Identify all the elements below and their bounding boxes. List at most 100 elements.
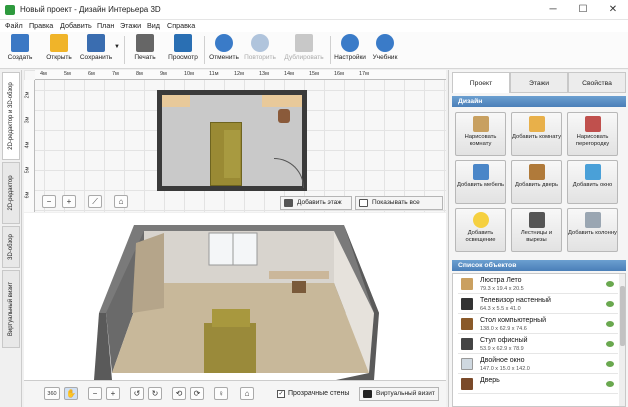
menu-plan[interactable]: План [97,21,114,30]
tab-3d-view[interactable]: 3D-обзор [2,226,20,268]
list-item[interactable]: Двойное окно 147.0 x 15.0 x 142.0 [458,355,618,374]
show-all-dims-button[interactable]: Показывать все размеры [355,196,443,212]
minimize-button[interactable]: ─ [538,0,568,20]
add-lighting-button[interactable]: Добавить освещение [455,208,506,252]
horizontal-ruler: 4м 5м 6м 7м 8м 9м 10м 11м 12м 13м 14м 15… [35,70,446,80]
visibility-eye-icon[interactable] [606,321,614,327]
menu-add[interactable]: Добавить [60,21,92,30]
zoom-out-button[interactable]: − [88,387,102,400]
orbit-down-icon[interactable]: ⟲ [172,387,186,400]
add-door-button[interactable]: Добавить дверь [511,160,562,204]
open-button[interactable]: Открыть [42,34,76,61]
add-column-button[interactable]: Добавить колонну [567,208,618,252]
chair-3d [292,281,306,293]
rotate-left-icon[interactable]: ↺ [130,387,144,400]
object-name: Стул офисный [480,337,528,344]
print-label: Печать [134,54,156,61]
duplicate-button[interactable]: Дублировать [282,34,326,61]
object-dims: 64.3 x 5.5 x 41.0 [480,306,521,312]
ruler-tick: 15м [309,71,319,77]
menu-help[interactable]: Справка [167,21,195,30]
visibility-eye-icon[interactable] [606,281,614,287]
window-icon [584,164,601,180]
list-item[interactable]: Люстра Лето 79.3 x 19.4 x 20.5 [458,275,618,294]
tab-2d-and-3d[interactable]: 2D-редактор и 3D-обзор [2,72,20,160]
app-logo-icon [5,5,15,15]
close-button[interactable]: ✕ [598,0,628,20]
stairs-cutouts-button[interactable]: Лестницы и вырезы [511,208,562,252]
redo-icon [251,34,269,52]
tab-2d-editor[interactable]: 2D-редактор [2,162,20,224]
maximize-button[interactable]: ☐ [568,0,598,20]
office-chair[interactable] [278,109,290,123]
preview-button[interactable]: Просмотр [166,34,200,61]
add-furniture-button[interactable]: Добавить мебель [455,160,506,204]
rotate-360-button[interactable]: 360 [44,387,60,400]
toolbar: Создать Открыть Сохранить ▼ Печать Просм… [0,32,628,69]
list-item[interactable]: Дверь [458,375,618,394]
menu-file[interactable]: Файл [5,21,23,30]
redo-button[interactable]: Повторить [242,34,278,61]
computer-desk[interactable] [262,95,302,107]
visibility-eye-icon[interactable] [606,361,614,367]
tab-virtual-visit[interactable]: Виртуальный визит [2,270,20,348]
ruler-tick: 2м [24,91,31,99]
tab-project[interactable]: Проект [452,72,510,93]
visibility-eye-icon[interactable] [606,301,614,307]
list-item[interactable]: Стул офисный 53.9 x 62.9 x 78.9 [458,335,618,354]
menu-view[interactable]: Вид [147,21,160,30]
zoom-in-button[interactable]: + [62,195,76,208]
ruler-tick: 5м [64,71,71,77]
ruler-tick: 4м [24,141,31,149]
menu-edit[interactable]: Правка [29,21,53,30]
draw-room-button[interactable]: Нарисовать комнату [455,112,506,156]
list-item[interactable]: Стол компьютерный 138.0 x 62.9 x 74.6 [458,315,618,334]
tab-virtual-visit-label: Виртуальный визит [8,281,14,337]
draw-partition-button[interactable]: Нарисовать перегородку [567,112,618,156]
objects-section-header: Список объектов [452,260,626,271]
undo-button[interactable]: Отменить [208,34,240,61]
home-icon[interactable]: ⌂ [240,387,254,400]
toolbar-separator [124,36,125,64]
help-icon [376,34,394,52]
settings-button[interactable]: Настройки [333,34,367,61]
visibility-eye-icon[interactable] [606,341,614,347]
list-item[interactable]: Телевизор настенный 64.3 x 5.5 x 41.0 [458,295,618,314]
home-icon[interactable]: ⌂ [114,195,128,208]
create-button[interactable]: Создать [6,34,34,61]
ruler-tick: 4м [40,71,47,77]
object-name: Дверь [480,377,500,384]
zoom-out-button[interactable]: − [42,195,56,208]
add-lighting-label: Добавить освещение [465,230,496,243]
measure-ruler-icon[interactable]: ⟋ [88,195,102,208]
view-3d-canvas[interactable] [24,213,446,407]
add-window-button[interactable]: Добавить окно [567,160,618,204]
ruler-tick: 9м [160,71,167,77]
redo-label: Повторить [244,54,276,61]
orbit-up-icon[interactable]: ⟳ [190,387,204,400]
add-room-button[interactable]: Добавить комнату [511,112,562,156]
rotate-right-icon[interactable]: ↻ [148,387,162,400]
save-dropdown-chevron-down-icon[interactable]: ▼ [114,44,120,50]
tab-properties[interactable]: Свойства [568,72,626,93]
cabinet-top-left[interactable] [162,95,190,107]
virtual-visit-button[interactable]: Виртуальный визит [359,387,439,401]
object-list-scrollbar[interactable] [619,274,625,406]
add-floor-button[interactable]: Добавить этаж [280,196,352,210]
draw-room-label: Нарисовать комнату [464,134,497,147]
plan-2d-canvas[interactable]: − + ⟋ ⌂ Добавить этаж Показывать все раз… [24,70,446,212]
print-button[interactable]: Печать [130,34,160,61]
hand-pan-icon[interactable]: ✋ [64,387,78,400]
tutorial-button[interactable]: Учебник [370,34,400,61]
transparent-walls-checkbox[interactable]: ✓ [277,390,285,398]
tab-3d-view-label: 3D-обзор [8,234,14,260]
visibility-eye-icon[interactable] [606,381,614,387]
menu-floors[interactable]: Этажи [120,21,141,30]
toolbar-separator [330,36,331,64]
scrollbar-thumb[interactable] [620,286,625,346]
save-button[interactable]: Сохранить [78,34,114,61]
zoom-in-button[interactable]: + [106,387,120,400]
tab-floors[interactable]: Этажи [510,72,568,93]
bulb-icon[interactable]: ♀ [214,387,228,400]
ruler-tick: 17м [359,71,369,77]
